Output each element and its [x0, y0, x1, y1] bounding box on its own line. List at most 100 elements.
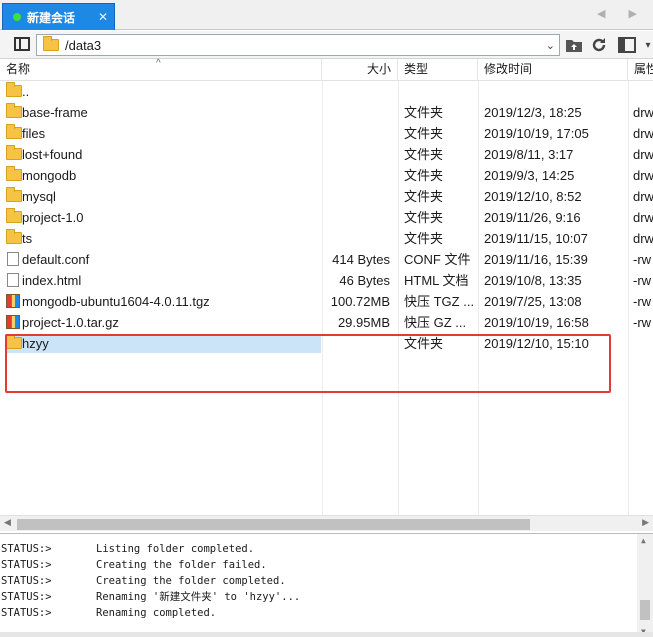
file-type: CONF 文件	[404, 252, 471, 267]
folder-row[interactable]: ts 文件夹 2019/11/15, 10:07 drw	[0, 228, 653, 249]
folder-row[interactable]: lost+found 文件夹 2019/8/11, 3:17 drw	[0, 144, 653, 165]
tab-new-session[interactable]: 新建会话 ✕	[2, 3, 115, 30]
toggle-panel-icon[interactable]	[14, 37, 30, 51]
log-status: STATUS:>	[1, 543, 52, 555]
file-attributes: -rw	[633, 315, 652, 330]
archive-icon	[6, 315, 20, 329]
tab-bar: 新建会话 ✕ ◀ ▶	[0, 0, 653, 30]
folder-row[interactable]: files 文件夹 2019/10/19, 17:05 drw	[0, 123, 653, 144]
file-size: 100.72MB	[330, 294, 390, 309]
file-name: ts	[22, 231, 33, 246]
status-strip	[0, 632, 653, 637]
column-name[interactable]: 名称 ^	[0, 58, 322, 81]
column-modified-label: 修改时间	[484, 62, 533, 76]
column-modified[interactable]: 修改时间	[478, 59, 628, 81]
column-type[interactable]: 类型	[398, 59, 478, 81]
file-attributes: -rw	[633, 294, 652, 309]
file-modified: 2019/10/19, 16:58	[484, 315, 589, 330]
log-message: Listing folder completed.	[96, 543, 255, 555]
folder-up-icon[interactable]	[565, 36, 583, 54]
scroll-right-icon[interactable]: ▶	[642, 517, 649, 528]
file-type: 文件夹	[404, 231, 444, 246]
log-status: STATUS:>	[1, 575, 52, 587]
file-size: 46 Bytes	[339, 273, 390, 288]
refresh-icon[interactable]	[590, 36, 608, 54]
file-attributes: drw	[633, 189, 653, 204]
column-attributes-label: 属性	[634, 62, 653, 76]
tab-close-icon[interactable]: ✕	[98, 10, 108, 24]
file-size: 414 Bytes	[332, 252, 390, 267]
column-size[interactable]: 大小	[322, 59, 398, 81]
folder-icon	[6, 124, 22, 139]
file-modified: 2019/10/19, 17:05	[484, 126, 589, 141]
file-modified: 2019/12/3, 18:25	[484, 105, 582, 120]
column-attributes[interactable]: 属性	[628, 59, 653, 81]
view-mode-icon[interactable]	[618, 36, 636, 54]
address-bar: /data3 ⌄ ▾	[0, 31, 653, 59]
view-mode-dropdown-icon[interactable]: ▾	[639, 36, 653, 54]
file-row[interactable]: mongodb-ubuntu1604-4.0.11.tgz 100.72MB 快压 …	[0, 291, 653, 312]
file-attributes: drw	[633, 231, 653, 246]
file-name: lost+found	[22, 147, 83, 162]
horizontal-scrollbar[interactable]: ◀ ▶	[0, 515, 653, 531]
log-status: STATUS:>	[1, 607, 52, 619]
path-input[interactable]: /data3 ⌄	[36, 34, 560, 56]
file-modified: 2019/10/8, 13:35	[484, 273, 582, 288]
log-status: STATUS:>	[1, 591, 52, 603]
folder-icon	[6, 166, 22, 181]
file-type: 文件夹	[404, 147, 444, 162]
tab-label: 新建会话	[27, 10, 76, 25]
file-name: mysql	[22, 189, 56, 204]
archive-icon	[6, 294, 20, 308]
file-name: base-frame	[22, 105, 88, 120]
column-size-label: 大小	[366, 62, 391, 76]
scroll-left-icon[interactable]: ◀	[4, 517, 11, 528]
file-attributes: drw	[633, 168, 653, 183]
folder-icon	[6, 145, 22, 160]
file-modified: 2019/12/10, 8:52	[484, 189, 582, 204]
file-attributes: drw	[633, 147, 653, 162]
file-modified: 2019/11/16, 15:39	[484, 252, 588, 267]
folder-row[interactable]: base-frame 文件夹 2019/12/3, 18:25 drw	[0, 102, 653, 123]
file-name: index.html	[22, 273, 82, 288]
folder-row[interactable]: mysql 文件夹 2019/12/10, 8:52 drw	[0, 186, 653, 207]
folder-row[interactable]: project-1.0 文件夹 2019/11/26, 9:16 drw	[0, 207, 653, 228]
chevron-down-icon[interactable]: ⌄	[546, 39, 555, 52]
document-icon	[7, 273, 19, 287]
file-row[interactable]: project-1.0.tar.gz 29.95MB 快压 GZ ... 2019/1…	[0, 312, 653, 333]
file-list[interactable]: .. base-frame 文件夹 2019/12/3, 18:25 drw files 文…	[0, 81, 653, 515]
file-type: 文件夹	[404, 105, 444, 120]
scrollbar-thumb[interactable]	[17, 519, 530, 530]
path-text: /data3	[65, 37, 102, 53]
folder-row[interactable]: mongodb 文件夹 2019/9/3, 14:25 drw	[0, 165, 653, 186]
column-header-row: 名称 ^ 大小 类型 修改时间 属性	[0, 58, 653, 81]
file-type: 快压 TGZ ...	[404, 294, 475, 309]
file-name: ..	[22, 84, 30, 99]
log-message: Creating the folder failed.	[96, 559, 267, 571]
scroll-up-icon[interactable]: ▲	[641, 536, 646, 545]
log-scrollbar-thumb[interactable]	[640, 600, 650, 620]
file-name: project-1.0.tar.gz	[22, 315, 119, 330]
file-row[interactable]: default.conf 414 Bytes CONF 文件 2019/11/16, …	[0, 249, 653, 270]
folder-icon	[43, 36, 59, 51]
folder-row[interactable]: ..	[0, 81, 653, 102]
log-vertical-scrollbar[interactable]: ▲ ▼	[637, 534, 653, 637]
file-row[interactable]: index.html 46 Bytes HTML 文档 2019/10/8, 13:3…	[0, 270, 653, 291]
file-modified: 2019/7/25, 13:08	[484, 294, 582, 309]
file-type: 文件夹	[404, 126, 444, 141]
file-name: default.conf	[22, 252, 90, 267]
file-type: 快压 GZ ...	[404, 315, 467, 330]
log-status: STATUS:>	[1, 559, 52, 571]
file-modified: 2019/11/15, 10:07	[484, 231, 588, 246]
file-modified: 2019/8/11, 3:17	[484, 147, 574, 162]
log-message: Creating the folder completed.	[96, 575, 286, 587]
file-modified: 2019/11/26, 9:16	[484, 210, 581, 225]
tab-scroll-arrows-icon[interactable]: ◀ ▶	[597, 7, 647, 20]
file-type: 文件夹	[404, 189, 444, 204]
file-modified: 2019/9/3, 14:25	[484, 168, 575, 183]
document-icon	[7, 252, 19, 266]
connection-status-icon	[13, 13, 21, 21]
file-type: 文件夹	[404, 210, 444, 225]
folder-icon	[6, 187, 22, 202]
file-type: HTML 文档	[404, 273, 469, 288]
